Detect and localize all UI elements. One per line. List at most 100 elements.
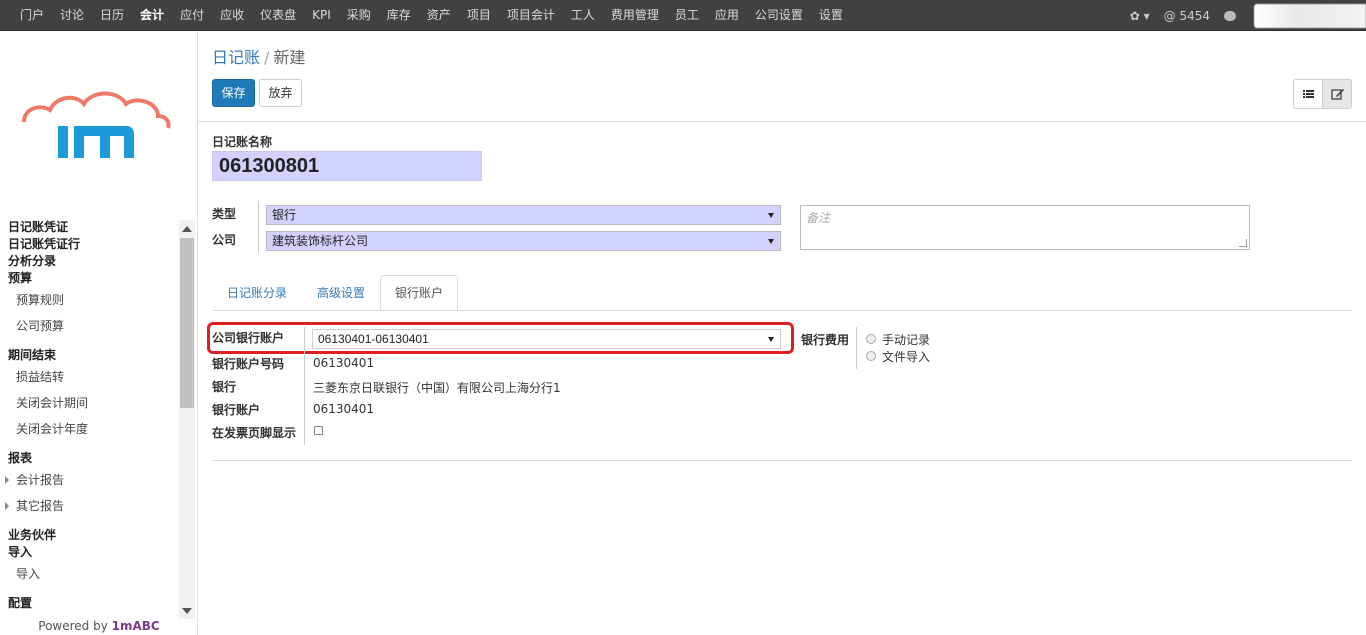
sidebar-item[interactable]: 关闭会计期间 xyxy=(0,390,180,416)
section-bottom-line xyxy=(212,460,1352,461)
topnav-item[interactable]: KPI xyxy=(304,0,339,31)
type-label: 类型 xyxy=(212,207,237,221)
sidebar-menu: 日记账凭证 日记账凭证行 分析分录 预算 预算规则 公司预算期间结束 损益结转 关闭会计期间关… xyxy=(0,219,180,612)
resize-grip-icon[interactable] xyxy=(1239,239,1247,247)
save-button[interactable]: 保存 xyxy=(212,79,255,107)
tab-journal-entries[interactable]: 日记账分录 xyxy=(212,275,302,311)
sidebar-section-header[interactable]: 分析分录 xyxy=(0,253,180,270)
sidebar-item[interactable]: 损益结转 xyxy=(0,364,180,390)
bank-account-label: 银行账户 xyxy=(212,403,261,417)
scrollbar-thumb[interactable] xyxy=(180,238,194,408)
topnav-item[interactable]: 公司设置 xyxy=(747,0,811,31)
messages-counter[interactable]: @ 5454 xyxy=(1164,9,1210,23)
tab-bar: 日记账分录 高级设置 银行账户 xyxy=(212,275,459,311)
topnav-item[interactable]: 项目会计 xyxy=(499,0,563,31)
account-number-label: 银行账户号码 xyxy=(212,357,285,371)
sidebar-item[interactable]: 公司预算 xyxy=(0,313,180,339)
bank-value: 三菱东京日联银行（中国）有限公司上海分行1 xyxy=(313,381,561,395)
top-right: ✿ ▾ @ 5454 xyxy=(1130,0,1366,31)
type-select[interactable]: 银行 xyxy=(266,205,781,225)
invoice-footer-label: 在发票页脚显示 xyxy=(212,426,297,440)
tab-advanced-settings[interactable]: 高级设置 xyxy=(302,275,380,311)
sidebar-item[interactable]: 会计报告 xyxy=(0,467,180,493)
breadcrumb-separator: / xyxy=(264,48,270,67)
fee-separator xyxy=(856,327,857,369)
topnav-item[interactable]: 会计 xyxy=(132,0,172,31)
bank-fee-label: 银行费用 xyxy=(801,333,850,347)
sidebar-section-header[interactable]: 报表 xyxy=(0,450,180,467)
topnav-item[interactable]: 采购 xyxy=(339,0,379,31)
topnav-item[interactable]: 资产 xyxy=(419,0,459,31)
scroll-up-icon[interactable] xyxy=(182,226,192,232)
topnav-item[interactable]: 员工 xyxy=(667,0,707,31)
topnav-item[interactable]: 费用管理 xyxy=(603,0,667,31)
account-number-value: 06130401 xyxy=(313,356,375,370)
topnav-item[interactable]: 门户 xyxy=(12,0,52,31)
breadcrumb: 日记账 / 新建 xyxy=(212,44,305,68)
sidebar-item[interactable]: 导入 xyxy=(0,561,180,587)
topnav-item[interactable]: 工人 xyxy=(563,0,603,31)
topnav-item[interactable]: 讨论 xyxy=(52,0,92,31)
sidebar-item[interactable]: 关闭会计年度 xyxy=(0,416,180,442)
company-label: 公司 xyxy=(212,233,237,247)
highlight-box xyxy=(207,322,794,354)
sidebar-section-header[interactable]: 期间结束 xyxy=(0,347,180,364)
journal-name-input[interactable]: 061300801 xyxy=(212,151,482,181)
sidebar-item[interactable]: 预算规则 xyxy=(0,287,180,313)
radio-manual[interactable] xyxy=(866,334,876,344)
topnav-item[interactable]: 应付 xyxy=(172,0,212,31)
topnav-item[interactable]: 应用 xyxy=(707,0,747,31)
top-menu: 门户 讨论 日历 会计 应付 应收 仪表盘 KPI 采购 库存 资产 项目 项目会计 工人 费用管理 员工 应用… xyxy=(12,0,851,31)
bank-account-value: 06130401 xyxy=(313,402,375,416)
form-view-button[interactable] xyxy=(1322,79,1352,109)
sidebar-scrollbar[interactable] xyxy=(179,220,195,620)
invoice-footer-checkbox[interactable] xyxy=(314,426,323,435)
chat-icon[interactable] xyxy=(1224,10,1236,21)
bank-label-separator xyxy=(304,327,305,445)
company-select-value: 建筑装饰标杆公司 xyxy=(272,234,369,248)
settings-gear-icon[interactable]: ✿ ▾ xyxy=(1130,9,1150,23)
powered-by: Powered by 1mABC xyxy=(0,619,197,633)
list-icon xyxy=(1303,90,1314,98)
scroll-down-icon[interactable] xyxy=(182,608,192,614)
tab-bank-account[interactable]: 银行账户 xyxy=(380,275,459,310)
topnav-item[interactable]: 仪表盘 xyxy=(252,0,304,31)
main-content: 日记账 / 新建 保存 放弃 日记账名称 061300801 类型 公司 银行 建筑… xyxy=(198,31,1366,635)
note-placeholder: 备注 xyxy=(806,211,831,225)
sidebar-section-header[interactable]: 日记账凭证 xyxy=(0,219,180,236)
tab-underline xyxy=(212,310,1352,311)
topnav-item[interactable]: 应收 xyxy=(212,0,252,31)
radio-file-import[interactable] xyxy=(866,351,876,361)
breadcrumb-parent[interactable]: 日记账 xyxy=(212,48,260,67)
edit-icon xyxy=(1331,89,1344,100)
sidebar-item[interactable]: 其它报告 xyxy=(0,493,180,519)
discard-button[interactable]: 放弃 xyxy=(259,79,302,107)
sidebar-section-header[interactable]: 业务伙伴 xyxy=(0,527,180,544)
name-label: 日记账名称 xyxy=(212,135,273,149)
topnav-item[interactable]: 日历 xyxy=(92,0,132,31)
chevron-down-icon xyxy=(768,213,774,218)
sidebar-section-header[interactable]: 日记账凭证行 xyxy=(0,236,180,253)
sidebar: 日记账凭证 日记账凭证行 分析分录 预算 预算规则 公司预算期间结束 损益结转 关闭会计期间关… xyxy=(0,31,198,635)
type-select-value: 银行 xyxy=(272,208,297,222)
powered-brand[interactable]: 1mABC xyxy=(112,619,160,633)
sidebar-section-header[interactable]: 导入 xyxy=(0,544,180,561)
chevron-down-icon xyxy=(768,239,774,244)
topnav-item[interactable]: 设置 xyxy=(811,0,851,31)
user-avatar-blurred[interactable] xyxy=(1254,3,1366,28)
sidebar-section-header[interactable]: 预算 xyxy=(0,270,180,287)
list-view-button[interactable] xyxy=(1293,79,1323,109)
topnav-item[interactable]: 项目 xyxy=(459,0,499,31)
header-divider xyxy=(198,121,1366,122)
fee-option-file-import[interactable]: 文件导入 xyxy=(882,348,930,365)
sidebar-section-header[interactable]: 配置 xyxy=(0,595,180,612)
company-select[interactable]: 建筑装饰标杆公司 xyxy=(266,231,781,251)
fee-option-manual[interactable]: 手动记录 xyxy=(882,331,930,348)
top-navbar: 门户 讨论 日历 会计 应付 应收 仪表盘 KPI 采购 库存 资产 项目 项目会计 工人 费用管理 员工 应用… xyxy=(0,0,1366,31)
topnav-item[interactable]: 库存 xyxy=(379,0,419,31)
powered-text: Powered by xyxy=(38,619,112,633)
company-logo xyxy=(22,91,171,158)
note-textarea[interactable]: 备注 xyxy=(800,205,1250,250)
label-separator xyxy=(258,201,259,253)
bank-label: 银行 xyxy=(212,380,237,394)
